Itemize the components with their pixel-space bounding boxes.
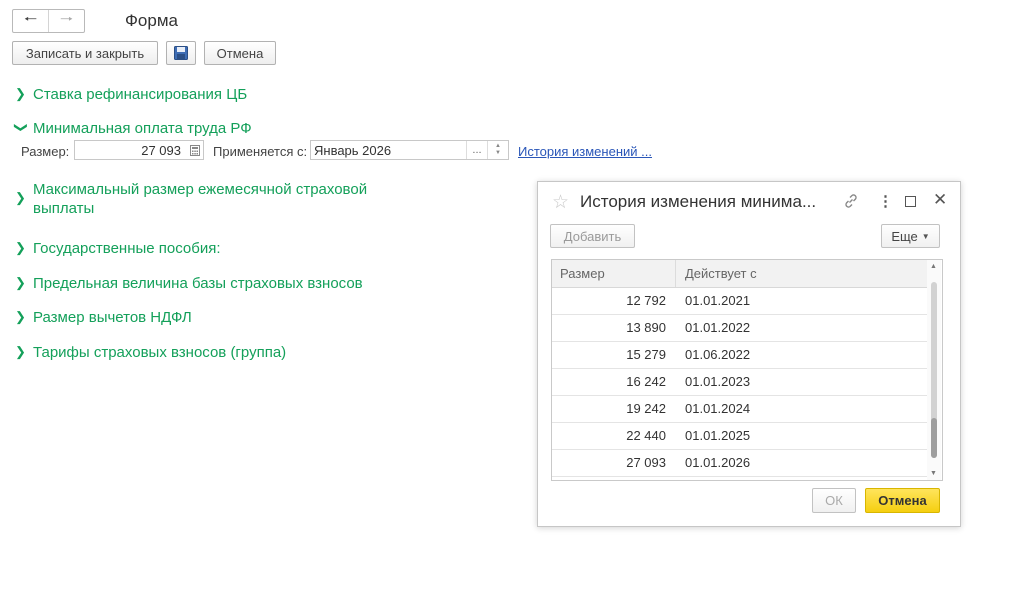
- table-row[interactable]: 27 093 01.01.2026: [552, 450, 927, 477]
- cell-date: 01.06.2022: [685, 347, 751, 362]
- maximize-icon[interactable]: [905, 196, 916, 207]
- save-and-close-button[interactable]: Записать и закрыть: [12, 41, 158, 65]
- history-dialog: ☆ История изменения минима... ⋮ ✕ Добави…: [537, 181, 961, 527]
- link-icon[interactable]: [843, 193, 859, 212]
- group-label: Государственные пособия:: [33, 240, 221, 257]
- cell-date: 01.01.2026: [685, 455, 751, 470]
- table-row[interactable]: 19 242 01.01.2024: [552, 396, 927, 423]
- select-ellipsis-icon[interactable]: ...: [466, 141, 487, 159]
- spin-arrows-icon[interactable]: ▲ ▼: [487, 141, 508, 159]
- group-label: Максимальный размер ежемесячной страхово…: [33, 180, 367, 218]
- more-vertical-icon[interactable]: ⋮: [878, 192, 893, 210]
- cell-date: 01.01.2021: [685, 293, 751, 308]
- chevron-down-icon: ❯: [14, 122, 29, 133]
- applies-from-value: Январь 2026: [314, 142, 392, 158]
- more-button-label: Еще: [891, 228, 918, 244]
- chevron-right-icon: ❯: [15, 190, 26, 205]
- group-refinancing-rate[interactable]: ❯ Ставка рефинансирования ЦБ: [15, 85, 247, 104]
- table-row[interactable]: 16 242 01.01.2023: [552, 369, 927, 396]
- group-label: Минимальная оплата труда РФ: [33, 120, 252, 137]
- table-row[interactable]: 12 792 01.01.2021: [552, 288, 927, 315]
- cell-size: 13 890: [626, 320, 666, 335]
- cell-size: 19 242: [626, 401, 666, 416]
- size-field[interactable]: 27 093: [74, 140, 204, 160]
- group-ndfl-deductions[interactable]: ❯ Размер вычетов НДФЛ: [15, 308, 192, 327]
- history-of-changes-link[interactable]: История изменений ...: [518, 144, 652, 159]
- cell-size: 22 440: [626, 428, 666, 443]
- dropdown-arrow-icon: ▼: [921, 231, 930, 241]
- group-insurance-tariffs[interactable]: ❯ Тарифы страховых взносов (группа): [15, 343, 286, 362]
- applies-from-field[interactable]: Январь 2026 ... ▲ ▼: [310, 140, 509, 160]
- chevron-right-icon: ❯: [15, 240, 26, 255]
- cell-size: 16 242: [626, 374, 666, 389]
- forward-arrow-icon[interactable]: 🠒: [49, 10, 84, 32]
- save-button[interactable]: [166, 41, 196, 65]
- cell-date: 01.01.2025: [685, 428, 751, 443]
- chevron-right-icon: ❯: [15, 86, 26, 101]
- group-label-line2: выплаты: [33, 200, 95, 217]
- group-insurance-base-limit[interactable]: ❯ Предельная величина базы страховых взн…: [15, 274, 363, 293]
- cell-date: 01.01.2023: [685, 374, 751, 389]
- group-label: Тарифы страховых взносов (группа): [33, 344, 287, 361]
- more-button[interactable]: Еще ▼: [881, 224, 940, 248]
- group-label: Ставка рефинансирования ЦБ: [33, 86, 248, 103]
- cell-date: 01.01.2024: [685, 401, 751, 416]
- scrollbar-thumb[interactable]: [931, 418, 937, 458]
- column-header-date[interactable]: Действует с: [676, 260, 757, 287]
- dialog-title: История изменения минима...: [580, 192, 817, 211]
- chevron-right-icon: ❯: [15, 344, 26, 359]
- chevron-right-icon: ❯: [15, 275, 26, 290]
- table-row[interactable]: 22 440 01.01.2025: [552, 423, 927, 450]
- table-header: Размер Действует с: [552, 260, 927, 288]
- column-header-size[interactable]: Размер: [552, 260, 676, 287]
- group-label-line1: Максимальный размер ежемесячной страхово…: [33, 181, 368, 198]
- chevron-right-icon: ❯: [15, 309, 26, 324]
- star-icon[interactable]: ☆: [552, 191, 569, 214]
- group-minimum-wage[interactable]: ❯ Минимальная оплата труда РФ: [14, 119, 252, 138]
- group-max-insurance-payment[interactable]: ❯ Максимальный размер ежемесячной страхо…: [15, 180, 367, 218]
- applies-from-label: Применяется с:: [213, 144, 308, 159]
- size-label: Размер:: [21, 144, 70, 159]
- history-table: Размер Действует с 12 792 01.01.2021 13 …: [551, 259, 943, 481]
- cell-size: 12 792: [626, 293, 666, 308]
- group-state-benefits[interactable]: ❯ Государственные пособия:: [15, 239, 221, 258]
- history-nav: 🠐 🠒: [12, 9, 85, 33]
- dialog-cancel-button[interactable]: Отмена: [865, 488, 940, 513]
- vertical-scrollbar[interactable]: ▲ ▼: [927, 260, 941, 480]
- calculator-icon[interactable]: [187, 141, 203, 159]
- cell-size: 27 093: [626, 455, 666, 470]
- size-value: 27 093: [141, 142, 181, 158]
- table-row[interactable]: 15 279 01.06.2022: [552, 342, 927, 369]
- scroll-down-icon[interactable]: ▼: [930, 470, 937, 477]
- cell-size: 15 279: [626, 347, 666, 362]
- ok-button[interactable]: ОК: [812, 488, 856, 513]
- floppy-disk-icon: [174, 46, 188, 60]
- back-arrow-icon[interactable]: 🠐: [13, 10, 49, 32]
- cell-date: 01.01.2022: [685, 320, 751, 335]
- page-title: Форма: [125, 11, 178, 30]
- cancel-button[interactable]: Отмена: [204, 41, 276, 65]
- add-button[interactable]: Добавить: [550, 224, 635, 248]
- group-label: Размер вычетов НДФЛ: [33, 309, 192, 326]
- close-icon[interactable]: ✕: [933, 190, 947, 210]
- group-label: Предельная величина базы страховых взнос…: [33, 275, 363, 292]
- table-row[interactable]: 13 890 01.01.2022: [552, 315, 927, 342]
- scroll-up-icon[interactable]: ▲: [930, 263, 937, 270]
